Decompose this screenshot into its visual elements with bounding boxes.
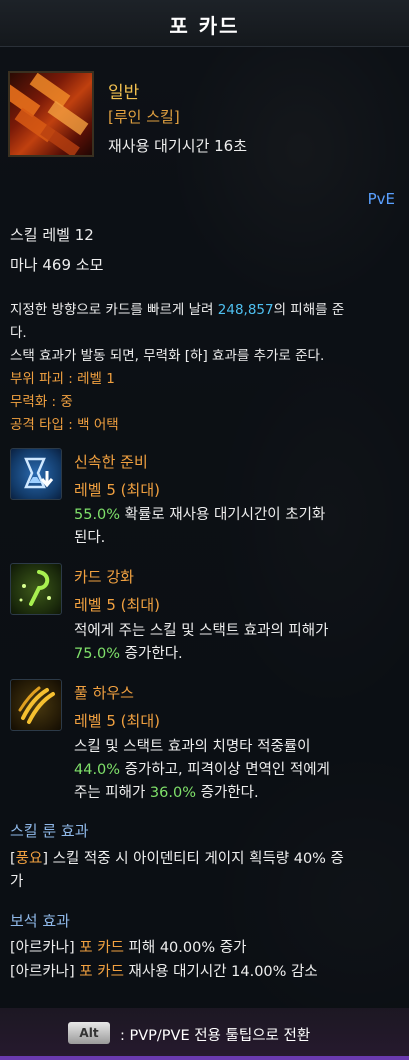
part-break: 부위 파괴 : 레벨 1 bbox=[10, 371, 115, 387]
tripod-1-text: 확률로 재사용 대기시간이 초기화 bbox=[120, 507, 326, 523]
gem-prefix: [아르카나] bbox=[10, 964, 80, 980]
pve-mode-label: PvE bbox=[367, 190, 395, 208]
rune-name: 풍요 bbox=[15, 851, 43, 867]
tripod-2-desc-2: 75.0% 증가한다. bbox=[74, 643, 183, 666]
tripod-1-desc-1: 55.0% 확률로 재사용 대기시간이 초기화 bbox=[74, 504, 325, 527]
tripod-2-level: 레벨 5 (최대) bbox=[74, 596, 160, 614]
tripod-3-level: 레벨 5 (최대) bbox=[74, 712, 160, 730]
gem-effect-text: 재사용 대기시간 14.00% 감소 bbox=[123, 964, 318, 980]
description-text: 의 피해를 준 bbox=[273, 302, 345, 318]
skill-grade: 일반 bbox=[108, 83, 140, 103]
rune-heading: 스킬 룬 효과 bbox=[10, 822, 89, 840]
damage-value: 248,857 bbox=[217, 302, 274, 318]
tripod-3-desc-1: 스킬 및 스택트 효과의 치명타 적중률이 bbox=[74, 739, 311, 755]
tripod-3-text: 증가하고, 피격이상 면역인 적에게 bbox=[120, 762, 330, 778]
hourglass-icon bbox=[10, 448, 62, 500]
tripod-3-value-2: 36.0% bbox=[149, 785, 196, 801]
tripod-3-desc-3: 주는 피해가 36.0% 증가한다. bbox=[74, 782, 259, 805]
tripod-3-text: 주는 피해가 bbox=[74, 785, 150, 801]
stagger: 무력화 : 중 bbox=[10, 394, 73, 410]
tooltip-footer: Alt : PVP/PVE 전용 툴팁으로 전환 bbox=[0, 1008, 409, 1060]
gem-effect-text: 피해 40.00% 증가 bbox=[123, 940, 247, 956]
alt-key-badge: Alt bbox=[68, 1022, 110, 1044]
tripod-3-value: 44.0% bbox=[74, 762, 121, 778]
gem-prefix: [아르카나] bbox=[10, 940, 80, 956]
tripod-1-name: 신속한 준비 bbox=[74, 453, 148, 471]
card-hook-icon bbox=[10, 563, 62, 615]
description-text: 지정한 방향으로 카드를 빠르게 날려 bbox=[10, 302, 218, 318]
gem-skill-name: 포 카드 bbox=[79, 940, 124, 956]
rune-effect-text: ] 스킬 적중 시 아이덴티티 게이지 획득량 40% 증 bbox=[42, 851, 344, 867]
tripod-2-name: 카드 강화 bbox=[74, 568, 134, 586]
skill-cooldown: 재사용 대기시간 16초 bbox=[108, 137, 248, 155]
attack-type: 공격 타입 : 백 어택 bbox=[10, 417, 119, 433]
skill-category: [루인 스킬] bbox=[108, 108, 180, 126]
tripod-3-text: 증가한다. bbox=[196, 785, 259, 801]
tripod-2-text: 증가한다. bbox=[120, 646, 183, 662]
claw-icon bbox=[10, 679, 62, 731]
tripod-1-value: 55.0% bbox=[74, 507, 121, 523]
tooltip-title-bar: 포 카드 bbox=[0, 0, 409, 47]
description-line-3: 스택 효과가 발동 되면, 무력화 [하] 효과를 추가로 준다. bbox=[10, 348, 325, 364]
description-line-1: 지정한 방향으로 카드를 빠르게 날려 248,857의 피해를 준 bbox=[10, 298, 344, 318]
footer-accent-bar bbox=[0, 1056, 409, 1060]
rune-effect-line-2: 가 bbox=[10, 874, 24, 890]
skill-card-icon bbox=[8, 71, 94, 157]
tripod-3-desc-2: 44.0% 증가하고, 피격이상 면역인 적에게 bbox=[74, 759, 330, 782]
tripod-1-level: 레벨 5 (최대) bbox=[74, 481, 160, 499]
footer-hint: : PVP/PVE 전용 툴팁으로 전환 bbox=[120, 1028, 311, 1044]
tripod-2-value: 75.0% bbox=[74, 646, 121, 662]
tripod-1-desc-2: 된다. bbox=[74, 530, 106, 546]
tripod-2-desc-1: 적에게 주는 스킬 및 스택트 효과의 피해가 bbox=[74, 623, 329, 639]
rune-effect-line-1: [풍요] 스킬 적중 시 아이덴티티 게이지 획득량 40% 증 bbox=[10, 847, 344, 868]
gem-effect-2: [아르카나] 포 카드 재사용 대기시간 14.00% 감소 bbox=[10, 960, 318, 981]
gem-heading: 보석 효과 bbox=[10, 912, 70, 930]
gem-skill-name: 포 카드 bbox=[79, 964, 124, 980]
skill-tooltip: 포 카드 일반 [루인 스킬] 재사용 대기시간 16초 PvE 스킬 레벨 1… bbox=[0, 0, 409, 1060]
tripod-3-name: 풀 하우스 bbox=[74, 684, 134, 702]
skill-level: 스킬 레벨 12 bbox=[10, 226, 94, 244]
gem-effect-1: [아르카나] 포 카드 피해 40.00% 증가 bbox=[10, 936, 246, 957]
mana-cost: 마나 469 소모 bbox=[10, 256, 104, 274]
tooltip-title: 포 카드 bbox=[169, 14, 240, 38]
description-line-2: 다. bbox=[10, 325, 27, 341]
